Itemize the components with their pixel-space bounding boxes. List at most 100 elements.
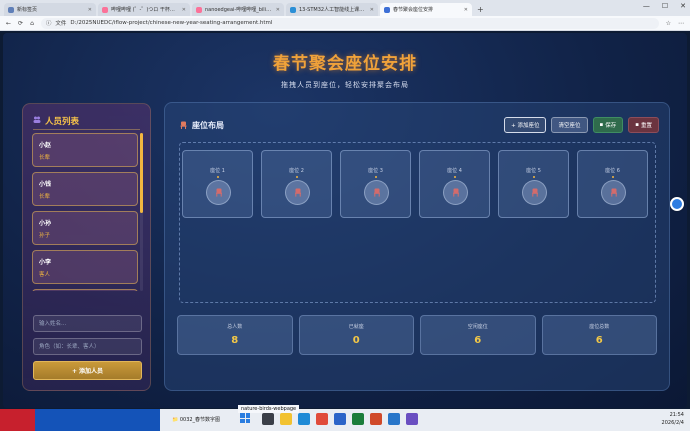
seat-slot[interactable]: 座位 1 bbox=[182, 150, 253, 218]
stat-card: 座位总数 6 bbox=[541, 315, 657, 355]
new-tab-button[interactable]: + bbox=[477, 5, 484, 14]
close-icon[interactable]: ✕ bbox=[276, 7, 280, 13]
stat-label: 空闲座位 bbox=[467, 324, 488, 330]
page-title: 春节聚会座位安排 bbox=[273, 54, 417, 74]
close-icon[interactable]: ✕ bbox=[464, 7, 468, 13]
tab-favicon-icon bbox=[384, 6, 390, 13]
save-button[interactable]: ▪ 保存 bbox=[592, 117, 624, 133]
stat-card: 已就座 0 bbox=[298, 315, 414, 355]
taskbar-clock[interactable]: 21:54 2026/2/4 bbox=[662, 411, 684, 427]
scrollbar-thumb[interactable] bbox=[140, 133, 143, 213]
name-input[interactable] bbox=[33, 315, 142, 332]
clear-seats-button[interactable]: 清空座位 bbox=[551, 117, 588, 133]
chair-icon bbox=[180, 121, 187, 131]
people-panel-title: 人员列表 bbox=[45, 117, 80, 127]
taskbar-app-thumbnail bbox=[0, 409, 35, 431]
taskbar-folder-item[interactable]: 📁 0032_春节数字图 bbox=[172, 416, 220, 423]
reset-button[interactable]: ▪ 重置 bbox=[628, 117, 659, 133]
tab-favicon-icon bbox=[290, 6, 296, 13]
person-card[interactable] bbox=[32, 289, 138, 291]
close-window-icon[interactable]: ✕ bbox=[680, 2, 686, 10]
refresh-icon[interactable]: ⟳ bbox=[18, 20, 23, 27]
edge-sidebar-button[interactable] bbox=[670, 197, 684, 211]
clock-time: 21:54 bbox=[669, 412, 684, 418]
file-icon: ⓘ bbox=[45, 21, 52, 27]
seating-panel-header: 座位布局 bbox=[180, 120, 224, 131]
divider bbox=[33, 129, 140, 130]
search-icon[interactable] bbox=[262, 413, 274, 425]
seating-toolbar: + 添加座位 清空座位 ▪ 保存 ▪ 重置 bbox=[504, 117, 659, 133]
seat-label: 座位 4 bbox=[447, 168, 462, 174]
person-role: 长辈 bbox=[39, 155, 51, 161]
excel-icon[interactable] bbox=[352, 413, 364, 425]
browser-tab[interactable]: nanoedgeai-哔哩哔哩_bilibili ✕ bbox=[192, 3, 284, 16]
person-name: 小孙 bbox=[39, 220, 52, 227]
home-icon[interactable]: ⌂ bbox=[30, 20, 34, 27]
app-icon[interactable] bbox=[316, 413, 328, 425]
stats-row: 总人数 8 已就座 0 空闲座位 6 座位总数 6 bbox=[177, 315, 657, 355]
window-controls: — ☐ ✕ bbox=[643, 2, 686, 10]
tab-favicon-icon bbox=[8, 6, 14, 13]
back-icon[interactable]: ← bbox=[6, 20, 11, 27]
person-role: 客人 bbox=[39, 272, 51, 278]
clock-date: 2026/2/4 bbox=[661, 420, 684, 426]
browser-tab-active[interactable]: 春节聚会座位安排 ✕ bbox=[380, 3, 472, 16]
url-text: D:/2025NUEDC/iflow-project/chinese-new-y… bbox=[70, 20, 273, 26]
powerpoint-icon[interactable] bbox=[370, 413, 382, 425]
tab-favicon-icon bbox=[102, 6, 108, 13]
stat-value: 6 bbox=[595, 335, 603, 346]
seat-slot[interactable]: 座位 6 bbox=[577, 150, 648, 218]
seat-slot[interactable]: 座位 5 bbox=[498, 150, 569, 218]
menu-icon[interactable]: ⋯ bbox=[678, 20, 684, 27]
people-list-scrollbar[interactable] bbox=[140, 133, 143, 291]
vscode-icon[interactable] bbox=[388, 413, 400, 425]
close-icon[interactable]: ✕ bbox=[370, 7, 374, 13]
seat-label: 座位 5 bbox=[526, 168, 541, 174]
stat-value: 0 bbox=[352, 335, 360, 346]
role-input[interactable] bbox=[33, 338, 142, 355]
stat-card: 空闲座位 6 bbox=[420, 315, 536, 355]
taskbar-popup-title: nature-birds-webpage bbox=[238, 405, 300, 413]
add-seat-button[interactable]: + 添加座位 bbox=[504, 117, 547, 133]
person-card[interactable]: 小李 客人 bbox=[32, 250, 138, 284]
seat-indicator bbox=[296, 176, 298, 178]
browser-tab[interactable]: 13-STM32人工智能线上课程：STM✕ bbox=[286, 3, 378, 16]
seat-slot[interactable]: 座位 3 bbox=[340, 150, 411, 218]
person-role: 长辈 bbox=[39, 194, 51, 200]
seating-area[interactable]: 座位 1 座位 2 座位 3 座位 4 座位 5 座位 6 bbox=[179, 142, 656, 303]
app-icon[interactable] bbox=[406, 413, 418, 425]
close-icon[interactable]: ✕ bbox=[182, 7, 186, 13]
tab-label: 新标签页 bbox=[17, 7, 38, 13]
reset-label: 重置 bbox=[640, 123, 652, 129]
people-panel-header: 人员列表 bbox=[33, 115, 79, 127]
browser-tab-bar: 新标签页 ✕ 哔哩哔哩 (゜-゜)つロ 干杯~-bilibili✕ nanoedg… bbox=[0, 0, 690, 16]
edge-browser-icon[interactable] bbox=[298, 413, 310, 425]
file-label: 文件 bbox=[55, 21, 67, 27]
stat-label: 总人数 bbox=[227, 324, 243, 330]
url-field[interactable]: ⓘ 文件 D:/2025NUEDC/iflow-project/chinese-… bbox=[40, 17, 659, 29]
word-icon[interactable] bbox=[334, 413, 346, 425]
person-role: 孙子 bbox=[39, 233, 51, 239]
seat-chair-icon bbox=[364, 180, 389, 205]
minimize-icon[interactable]: — bbox=[643, 2, 650, 10]
windows-start-icon[interactable] bbox=[240, 413, 250, 423]
close-icon[interactable]: ✕ bbox=[88, 7, 92, 13]
page-subtitle: 拖拽人员到座位，轻松安排聚会布局 bbox=[281, 81, 409, 89]
file-explorer-icon[interactable] bbox=[280, 413, 292, 425]
browser-tab[interactable]: 哔哩哔哩 (゜-゜)つロ 干杯~-bilibili✕ bbox=[98, 3, 190, 16]
favorite-icon[interactable]: ☆ bbox=[666, 20, 671, 27]
person-card[interactable]: 小赵 长辈 bbox=[32, 133, 138, 167]
add-person-button[interactable]: + 添加人员 bbox=[33, 361, 142, 380]
stat-value: 8 bbox=[231, 335, 239, 346]
seat-label: 座位 2 bbox=[289, 168, 304, 174]
seat-slot[interactable]: 座位 2 bbox=[261, 150, 332, 218]
seating-panel: 座位布局 + 添加座位 清空座位 ▪ 保存 ▪ 重置 座位 1 座位 2 座位 3 … bbox=[164, 102, 670, 391]
person-card[interactable]: 小孙 孙子 bbox=[32, 211, 138, 245]
person-card[interactable]: 小钱 长辈 bbox=[32, 172, 138, 206]
save-icon: ▪ bbox=[599, 122, 604, 128]
browser-tab[interactable]: 新标签页 ✕ bbox=[4, 3, 96, 16]
seat-slot[interactable]: 座位 4 bbox=[419, 150, 490, 218]
people-list[interactable]: 小赵 长辈 小钱 长辈 小孙孙子 小李 客人 bbox=[32, 133, 138, 291]
maximize-icon[interactable]: ☐ bbox=[662, 2, 668, 10]
page-content: 春节聚会座位安排 拖拽人员到座位，轻松安排聚会布局 人员列表 小赵 长辈 小钱 长辈… bbox=[3, 33, 687, 408]
